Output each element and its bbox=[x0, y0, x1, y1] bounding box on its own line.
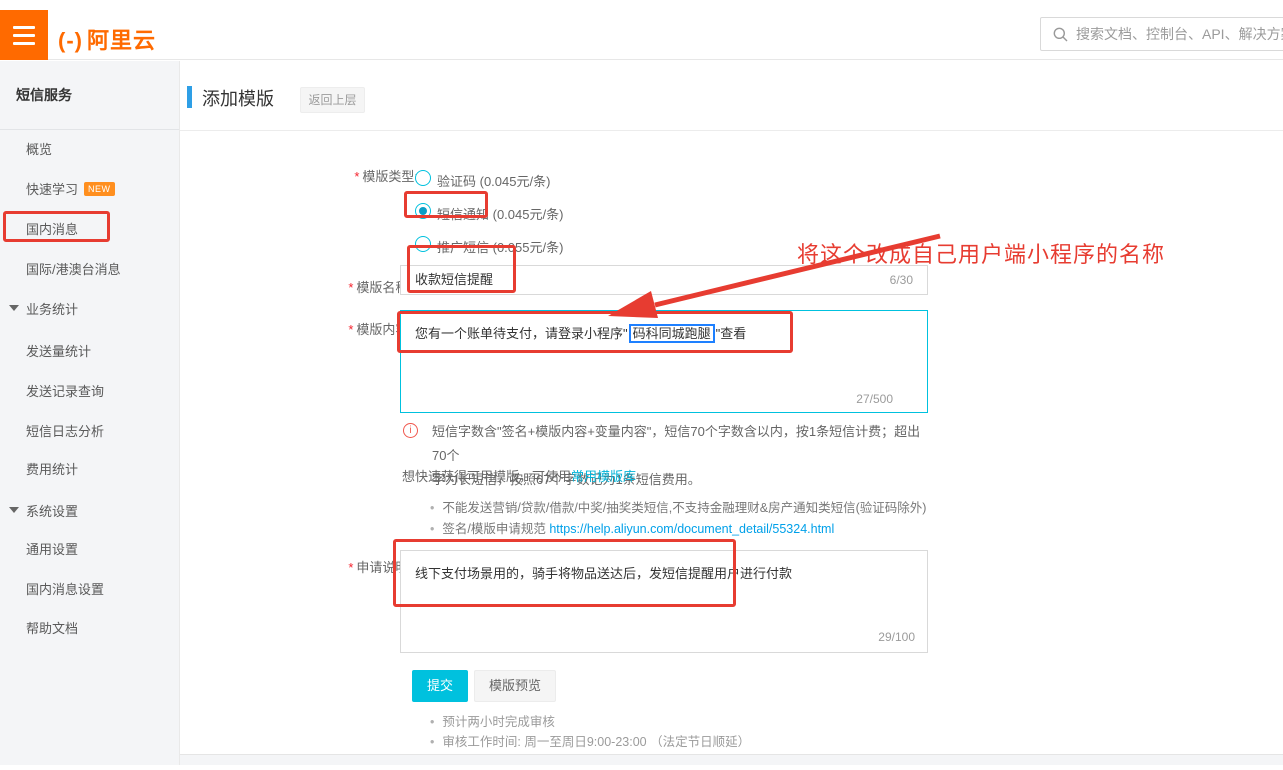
sidebar-item-domestic-messages[interactable]: 国内消息 bbox=[0, 219, 179, 241]
radio-verification-code-label[interactable]: 验证码 (0.045元/条) bbox=[437, 171, 550, 190]
sidebar-item-quick-learn[interactable]: 快速学习NEW bbox=[0, 179, 179, 201]
content-highlight-miniapp-name: 码科同城跑腿 bbox=[629, 324, 715, 343]
sidebar-item-send-records[interactable]: 发送记录查询 bbox=[0, 381, 179, 403]
radio-promotional-sms-label[interactable]: 推广短信 (0.055元/条) bbox=[437, 237, 563, 256]
template-name-label: *模版名称: bbox=[282, 277, 412, 296]
search-input[interactable] bbox=[1076, 26, 1283, 42]
template-name-input[interactable]: 收款短信提醒 6/30 bbox=[400, 265, 928, 295]
sidebar: 短信服务 概览 快速学习NEW 国内消息 国际/港澳台消息 业务统计 发送量统计… bbox=[0, 61, 180, 765]
template-spec-link[interactable]: https://help.aliyun.com/document_detail/… bbox=[549, 522, 834, 536]
sidebar-item-general-settings[interactable]: 通用设置 bbox=[0, 539, 179, 561]
title-divider bbox=[180, 130, 1283, 131]
template-name-counter: 6/30 bbox=[890, 266, 913, 294]
sidebar-item-domestic-msg-settings[interactable]: 国内消息设置 bbox=[0, 579, 179, 601]
aliyun-logo-icon: (-) bbox=[58, 28, 83, 53]
sidebar-item-cost-stats[interactable]: 费用统计 bbox=[0, 459, 179, 481]
search-icon bbox=[1053, 27, 1068, 42]
back-button[interactable]: 返回上层 bbox=[300, 87, 365, 113]
template-preview-button[interactable]: 模版预览 bbox=[474, 670, 556, 702]
sidebar-item-help-docs[interactable]: 帮助文档 bbox=[0, 618, 179, 640]
aliyun-logo[interactable]: (-)阿里云 bbox=[58, 23, 156, 55]
sidebar-group-business-stats[interactable]: 业务统计 bbox=[0, 299, 179, 321]
quick-tip: 想快速获得可用模版，可使用常用模版库 bbox=[402, 466, 636, 485]
sidebar-item-send-volume[interactable]: 发送量统计 bbox=[0, 341, 179, 363]
radio-sms-notification[interactable] bbox=[415, 203, 431, 219]
sidebar-item-intl-messages[interactable]: 国际/港澳台消息 bbox=[0, 259, 179, 281]
template-content-label: *模版内容: bbox=[282, 319, 412, 338]
sidebar-group-system-settings[interactable]: 系统设置 bbox=[0, 501, 179, 523]
common-template-library-link[interactable]: 常用模版库 bbox=[571, 469, 636, 484]
apply-note-label: *申请说明: bbox=[282, 557, 412, 576]
content-text-suffix: "查看 bbox=[716, 326, 747, 341]
aliyun-logo-text: 阿里云 bbox=[87, 28, 156, 53]
apply-note-textarea[interactable]: 线下支付场景用的，骑手将物品送达后，发短信提醒用户进行付款 29/100 bbox=[400, 550, 928, 653]
page-title: 添加模版 bbox=[202, 85, 274, 111]
caret-down-icon bbox=[9, 507, 19, 513]
radio-promotional-sms[interactable] bbox=[415, 236, 431, 252]
content-text-prefix: 您有一个账单待支付，请登录小程序" bbox=[415, 326, 628, 341]
template-content-counter: 27/500 bbox=[856, 392, 893, 406]
radio-verification-code[interactable] bbox=[415, 170, 431, 186]
hamburger-menu-button[interactable] bbox=[0, 10, 48, 60]
rule-item: 不能发送营销/贷款/借款/中奖/抽奖类短信,不支持金融理财&房产通知类短信(验证… bbox=[430, 497, 926, 516]
review-note: 审核工作时间: 周一至周日9:00-23:00 （法定节日顺延） bbox=[430, 731, 750, 750]
sidebar-product-title: 短信服务 bbox=[16, 85, 72, 105]
radio-sms-notification-label[interactable]: 短信通知 (0.045元/条) bbox=[437, 204, 563, 223]
apply-note-value: 线下支付场景用的，骑手将物品送达后，发短信提醒用户进行付款 bbox=[415, 563, 792, 582]
new-badge: NEW bbox=[84, 182, 115, 196]
rule-item: 签名/模版申请规范 https://help.aliyun.com/docume… bbox=[430, 518, 834, 537]
caret-down-icon bbox=[9, 305, 19, 311]
template-name-value: 收款短信提醒 bbox=[415, 266, 493, 294]
hamburger-icon bbox=[13, 26, 35, 29]
review-note: 预计两小时完成审核 bbox=[430, 711, 555, 730]
sidebar-divider bbox=[0, 129, 179, 130]
title-accent-bar bbox=[187, 86, 192, 108]
top-header: (-)阿里云 bbox=[0, 0, 1283, 60]
sidebar-item-overview[interactable]: 概览 bbox=[0, 139, 179, 161]
template-type-label: *模版类型: bbox=[288, 166, 418, 185]
template-content-textarea[interactable]: 您有一个账单待支付，请登录小程序"码科同城跑腿"查看 27/500 bbox=[400, 310, 928, 413]
global-search[interactable] bbox=[1040, 17, 1283, 51]
submit-button[interactable]: 提交 bbox=[412, 670, 468, 702]
apply-note-counter: 29/100 bbox=[878, 630, 915, 644]
info-icon bbox=[403, 423, 418, 438]
bottom-strip bbox=[180, 755, 1283, 765]
sidebar-item-sms-log-analysis[interactable]: 短信日志分析 bbox=[0, 421, 179, 443]
